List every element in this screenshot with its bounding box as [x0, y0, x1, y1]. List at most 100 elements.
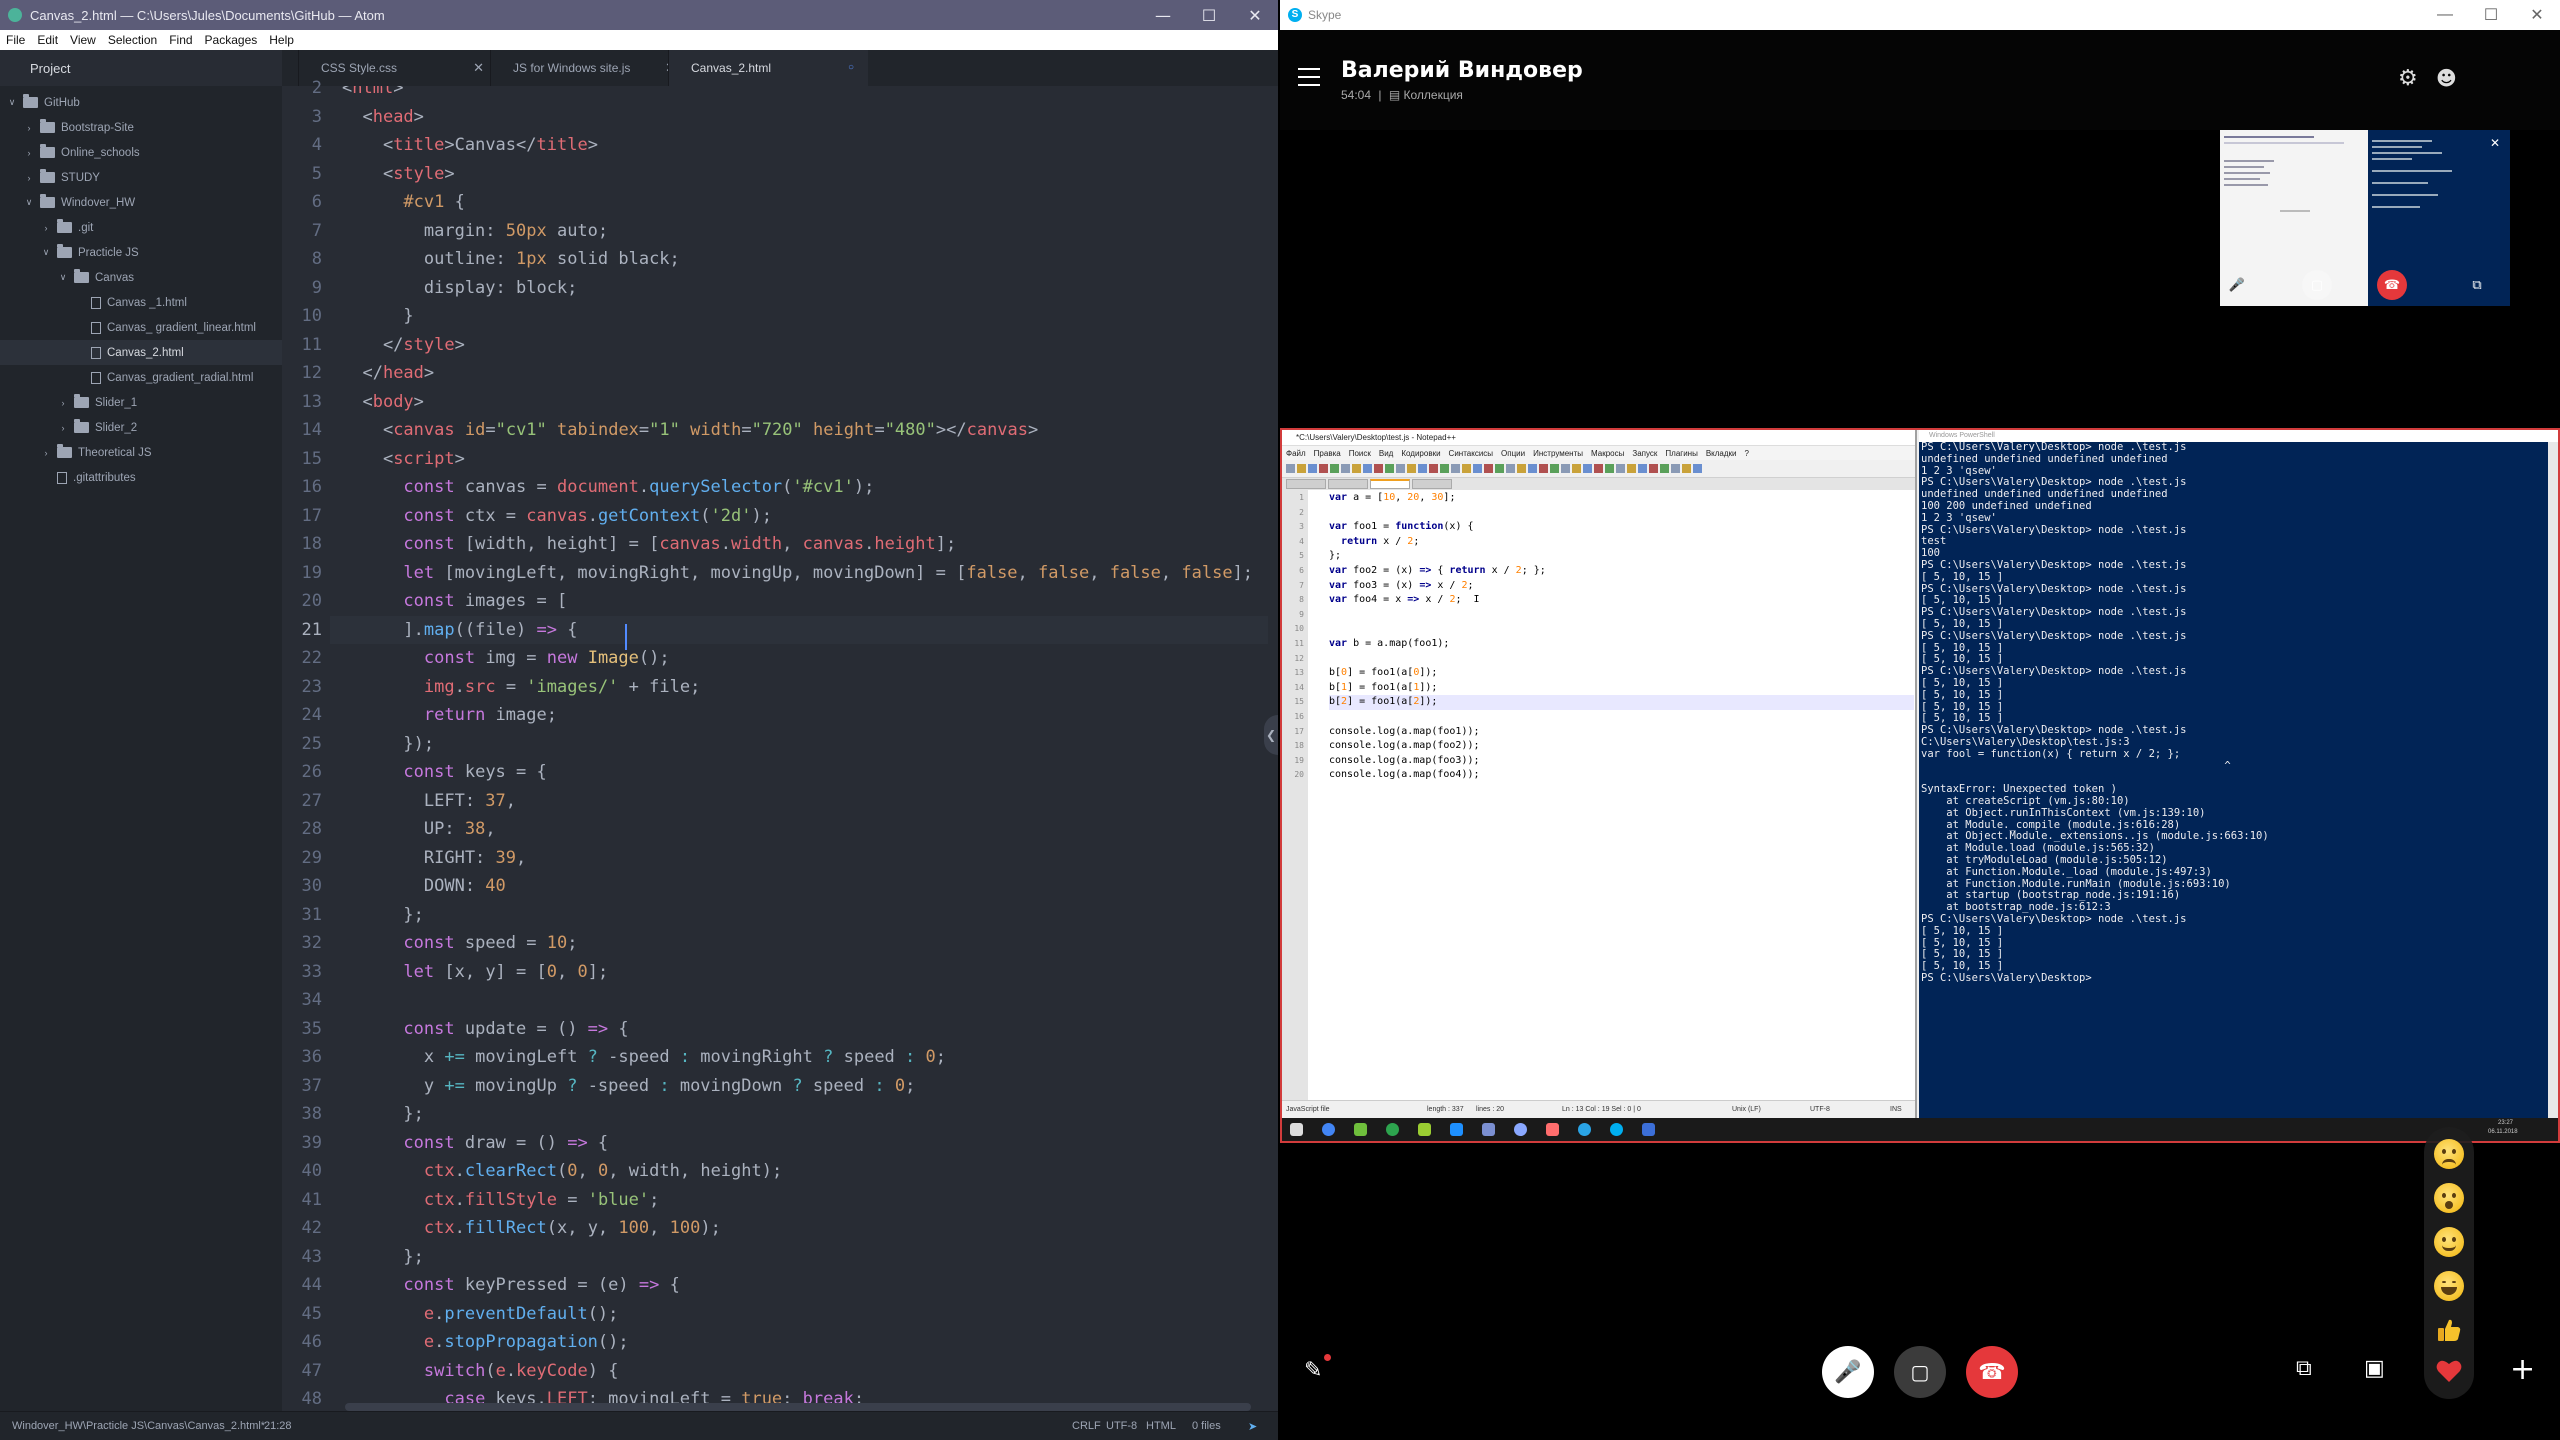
notepad-tab[interactable] [1286, 479, 1326, 489]
tree-item[interactable]: ∨ GitHub [0, 90, 282, 115]
npp-code-line[interactable]: b[2] = foo1(a[2]); [1329, 695, 1914, 710]
close-preview-icon[interactable]: ✕ [2490, 136, 2500, 150]
sad-emoji-icon[interactable] [2434, 1139, 2464, 1169]
code-line[interactable]: <head> [330, 103, 1268, 131]
code-line[interactable]: <html> [330, 86, 1268, 102]
tree-item[interactable]: Canvas_ gradient_linear.html [0, 315, 282, 340]
code-line[interactable]: ctx.fillRect(x, y, 100, 100); [330, 1214, 1268, 1242]
call-collection-label[interactable]: Коллекция [1404, 88, 1463, 102]
switch-view-icon[interactable]: ⧉ [2462, 270, 2492, 300]
tree-item[interactable]: › STUDY [0, 165, 282, 190]
powershell-icon[interactable] [1642, 1123, 1655, 1136]
npp-code-line[interactable]: var foo2 = (x) => { return x / 2; }; [1329, 564, 1914, 579]
code-line[interactable]: LEFT: 37, [330, 787, 1268, 815]
app-icon[interactable] [1386, 1123, 1399, 1136]
npp-menu-item[interactable]: Вкладки [1702, 449, 1741, 458]
toolbar-button-icon[interactable] [1627, 464, 1636, 473]
close-tab-icon[interactable]: ✕ [473, 60, 484, 76]
toolbar-button-icon[interactable] [1341, 464, 1350, 473]
code-line[interactable] [330, 986, 1268, 1014]
app-icon[interactable] [1354, 1123, 1367, 1136]
chevron-right-icon[interactable]: › [57, 398, 69, 408]
laugh-emoji-icon[interactable] [2434, 1271, 2464, 1301]
status-encoding[interactable]: UTF-8 [1106, 1420, 1137, 1432]
toolbar-button-icon[interactable] [1517, 464, 1526, 473]
twitter-icon[interactable]: ➤ [1248, 1420, 1257, 1433]
toolbar-button-icon[interactable] [1495, 464, 1504, 473]
code-line[interactable]: DOWN: 40 [330, 872, 1268, 900]
tree-view-header[interactable]: Project [0, 50, 282, 86]
heart-icon[interactable] [2436, 1359, 2462, 1383]
npp-code-line[interactable]: var a = [10, 20, 30]; [1329, 491, 1914, 506]
npp-code-line[interactable]: var foo4 = x => x / 2; I [1329, 593, 1914, 608]
notepad-plus-plus-icon[interactable] [1418, 1123, 1431, 1136]
chevron-down-icon[interactable]: ∨ [57, 272, 69, 283]
toolbar-button-icon[interactable] [1396, 464, 1405, 473]
self-video-preview[interactable]: ✕ 🎤 ▢ ☎ ⧉ [2220, 130, 2510, 306]
code-line[interactable]: outline: 1px solid black; [330, 245, 1268, 273]
toolbar-button-icon[interactable] [1649, 464, 1658, 473]
microphone-button[interactable]: 🎤 [1822, 1346, 1874, 1398]
code-line[interactable]: switch(e.keyCode) { [330, 1357, 1268, 1385]
toolbar-button-icon[interactable] [1451, 464, 1460, 473]
chevron-right-icon[interactable]: › [57, 423, 69, 433]
horizontal-scrollbar[interactable] [345, 1403, 1251, 1411]
code-line[interactable]: const ctx = canvas.getContext('2d'); [330, 502, 1268, 530]
toolbar-button-icon[interactable] [1484, 464, 1493, 473]
surprised-emoji-icon[interactable] [2434, 1183, 2464, 1213]
code-line[interactable]: const img = new Image(); [330, 644, 1268, 672]
toolbar-button-icon[interactable] [1286, 464, 1295, 473]
code-line[interactable]: </head> [330, 359, 1268, 387]
chrome-icon[interactable] [1322, 1123, 1335, 1136]
chat-icon[interactable]: ✎ [1304, 1358, 1322, 1383]
npp-code-line[interactable]: }; [1329, 549, 1914, 564]
tab-js-windows-site[interactable]: JS for Windows site.js ✕ [490, 50, 690, 86]
npp-menu-item[interactable]: Опции [1497, 449, 1529, 458]
chevron-right-icon[interactable]: › [23, 173, 35, 183]
npp-menu-item[interactable]: Плагины [1661, 449, 1701, 458]
toolbar-button-icon[interactable] [1473, 464, 1482, 473]
video-off-icon[interactable]: ▢ [2302, 270, 2332, 300]
npp-code-line[interactable]: return x / 2; [1329, 535, 1914, 550]
toolbar-button-icon[interactable] [1352, 464, 1361, 473]
toolbar-button-icon[interactable] [1572, 464, 1581, 473]
tree-item[interactable]: › Slider_2 [0, 415, 282, 440]
code-line[interactable]: <title>Canvas</title> [330, 131, 1268, 159]
npp-menu-item[interactable]: Синтаксисы [1445, 449, 1498, 458]
npp-code-line[interactable]: b[1] = foo1(a[1]); [1329, 681, 1914, 696]
notepad-tab[interactable] [1328, 479, 1368, 489]
smile-emoji-icon[interactable] [2434, 1227, 2464, 1257]
toolbar-button-icon[interactable] [1462, 464, 1471, 473]
toolbar-button-icon[interactable] [1605, 464, 1614, 473]
tree-item[interactable]: ∨ Canvas [0, 265, 282, 290]
npp-menu-item[interactable]: Вид [1375, 449, 1397, 458]
code-line[interactable]: const keyPressed = (e) => { [330, 1271, 1268, 1299]
status-file-path[interactable]: Windover_HW\Practicle JS\Canvas\Canvas_2… [12, 1420, 265, 1432]
app-icon[interactable] [1450, 1123, 1463, 1136]
npp-menu-item[interactable]: Файл [1282, 449, 1310, 458]
menu-find[interactable]: Find [163, 33, 198, 47]
modified-dot-icon[interactable]: ○ [848, 62, 854, 73]
code-line[interactable]: #cv1 { [330, 188, 1268, 216]
npp-menu-item[interactable]: Инструменты [1529, 449, 1587, 458]
toolbar-button-icon[interactable] [1561, 464, 1570, 473]
npp-menu-item[interactable]: Запуск [1628, 449, 1661, 458]
code-line[interactable]: RIGHT: 39, [330, 844, 1268, 872]
chevron-right-icon[interactable]: › [23, 148, 35, 158]
code-line[interactable]: <style> [330, 160, 1268, 188]
toolbar-button-icon[interactable] [1583, 464, 1592, 473]
code-line[interactable]: const canvas = document.querySelector('#… [330, 473, 1268, 501]
code-line[interactable]: y += movingUp ? -speed : movingDown ? sp… [330, 1072, 1268, 1100]
toolbar-button-icon[interactable] [1506, 464, 1515, 473]
microphone-icon[interactable]: 🎤 [2222, 270, 2252, 300]
npp-code-line[interactable]: var foo1 = function(x) { [1329, 520, 1914, 535]
code-line[interactable]: let [x, y] = [0, 0]; [330, 958, 1268, 986]
npp-code-line[interactable]: console.log(a.map(foo2)); [1329, 739, 1914, 754]
maximize-icon[interactable]: ☐ [1186, 0, 1232, 30]
chevron-right-icon[interactable]: › [40, 448, 52, 458]
toolbar-button-icon[interactable] [1594, 464, 1603, 473]
npp-menu-item[interactable]: Макросы [1587, 449, 1628, 458]
phone-hangup-icon[interactable]: ☎ [2377, 270, 2407, 300]
tree-item[interactable]: › Online_schools [0, 140, 282, 165]
code-line[interactable]: UP: 38, [330, 815, 1268, 843]
